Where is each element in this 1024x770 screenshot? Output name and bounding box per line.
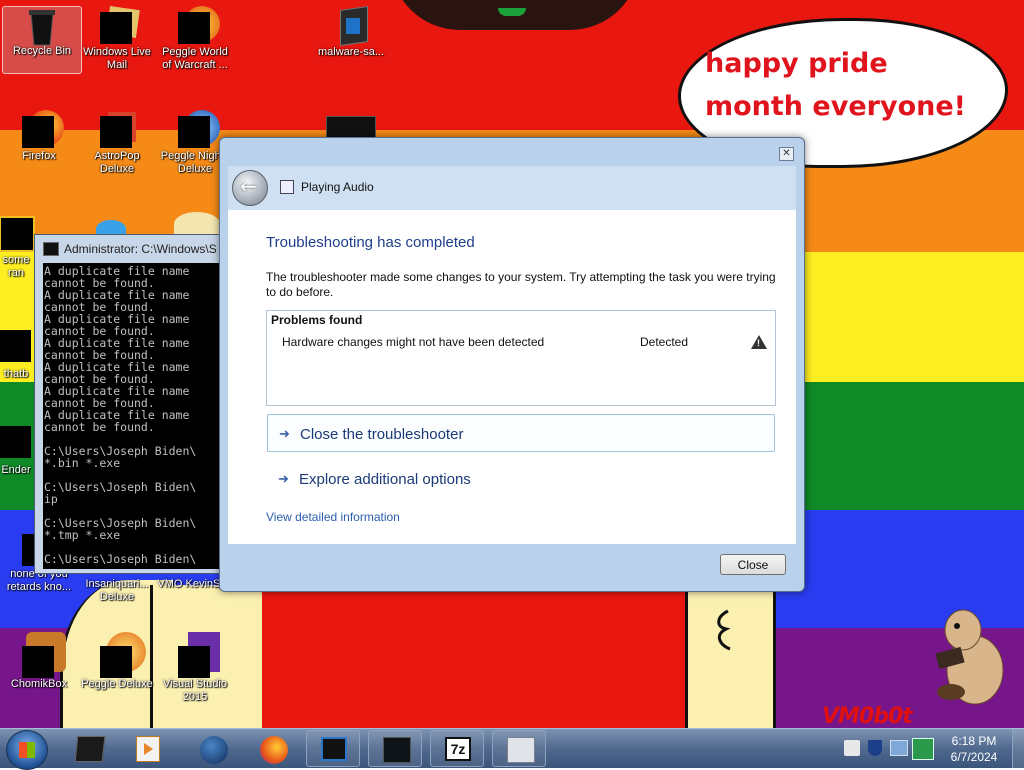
taskbar-item-media-player[interactable] [120,730,174,767]
file-icon [0,330,33,364]
desktop-icon-ender[interactable]: Ender [0,426,36,477]
desktop-icon-some-ran[interactable]: some ran [0,216,36,280]
peggle-nights-icon [178,110,220,148]
hamster-sticker [935,609,1004,705]
desktop-icon-label: Peggle Deluxe [81,678,153,690]
dialog-content: Troubleshooting has completed The troubl… [228,210,796,544]
dialog-header: Playing Audio [228,166,796,211]
clock-time: 6:18 PM [951,734,997,748]
desktop-icon-label: thatb [3,368,29,380]
desktop-icon-label: Insaniquari... Deluxe [85,578,149,603]
desktop-icon-label: Ender [1,464,31,476]
view-detailed-information-link[interactable]: View detailed information [266,510,400,524]
console-window[interactable]: Administrator: C:\Windows\S A duplicate … [34,234,234,574]
problems-found-panel: Problems found Hardware changes might no… [266,310,776,406]
media-player-icon [136,736,160,762]
file-icon [334,6,368,46]
wallpaper-drawing-green-mark [498,8,526,16]
console-title-bar[interactable]: Administrator: C:\Windows\S [35,235,233,263]
notification-icon[interactable] [844,740,860,756]
back-arrow-icon[interactable] [232,170,268,206]
app-tray-icon[interactable] [912,738,934,760]
console-title: Administrator: C:\Windows\S [64,242,217,256]
troubleshooter-icon [280,180,294,194]
desktop-icon-label: Windows Live Mail [83,46,151,71]
file-icon [0,426,33,460]
speech-bubble-text: happy pride month everyone! [705,48,966,122]
desktop-icon-peggle-world-of-warcraft[interactable]: Peggle World of Warcraft ... [156,6,234,72]
dialog-header-title: Playing Audio [301,180,374,194]
command-link-label: Explore additional options [299,471,471,488]
arrow-right-icon: ➜ [278,471,289,486]
problem-row[interactable]: Hardware changes might not have been det… [267,333,775,353]
file-icon [0,216,35,252]
taskbar-item-app[interactable] [368,730,422,767]
firefox-icon [22,110,64,148]
problems-found-header: Problems found [271,313,363,327]
desktop-icon-windows-live-mail[interactable]: Windows Live Mail [78,6,156,72]
disk-icon [507,737,535,763]
dialog-heading: Troubleshooting has completed [266,234,475,251]
desktop-icon-malware-sample[interactable]: malware-sa... [312,6,390,59]
taskbar-item-console[interactable] [306,730,360,767]
astropop-icon [100,112,136,148]
problem-status: Detected [640,335,689,349]
taskbar-item-disk-utility[interactable] [492,730,546,767]
desktop-icon-label: some ran [2,254,30,279]
explore-options-link[interactable]: ➜ Explore additional options [267,460,775,498]
desktop-icon-firefox[interactable]: Firefox [0,110,78,163]
desktop-icon-peggle-deluxe[interactable]: Peggle Deluxe [78,632,156,691]
desktop-icon-recycle-bin[interactable]: Recycle Bin [2,6,82,74]
visual-studio-icon [178,632,220,678]
desktop-icon-astropop-deluxe[interactable]: AstroPop Deluxe [78,112,156,176]
clock-date: 6/7/2024 [950,750,998,764]
wallpaper-watermark: VM0b0t [822,704,913,728]
desktop-icon-label: Firefox [22,150,56,162]
troubleshooter-dialog[interactable]: ✕ Playing Audio Troubleshooting has comp… [219,137,805,592]
desktop-icon-visual-studio-2015[interactable]: Visual Studio 2015 [156,632,234,704]
recycle-bin-icon [25,7,59,46]
console-icon [321,737,347,761]
wallpaper-drawing-squiggle [717,609,731,651]
show-desktop-button[interactable] [1012,729,1024,768]
dialog-description: The troubleshooter made some changes to … [266,270,776,299]
console-icon [43,242,59,256]
media-center-icon [74,736,106,762]
chomikbox-icon [22,632,66,678]
seven-zip-icon: 7z [445,737,471,761]
window-close-button[interactable]: ✕ [779,147,794,161]
desktop-icon-label: AstroPop Deluxe [94,150,140,175]
desktop-icon-label: Peggle World of Warcraft ... [162,46,228,71]
console-output[interactable]: A duplicate file name cannot be found. A… [43,263,233,569]
desktop-icon-label: ChomikBox [10,678,68,690]
taskbar-clock[interactable]: 6:18 PM 6/7/2024 [940,733,1008,765]
wallpaper-drawing-shape [685,585,776,728]
desktop-icon-thatb[interactable]: thatb [0,330,36,381]
close-troubleshooter-link[interactable]: ➜ Close the troubleshooter [267,414,775,452]
start-button[interactable] [6,730,48,770]
warning-icon [751,335,767,349]
wallpaper-drawing-shape [262,585,687,728]
globe-icon [200,736,228,764]
desktop-icon-partial[interactable] [174,212,220,236]
desktop-icon-chomikbox[interactable]: ChomikBox [0,632,78,691]
taskbar-item-globe[interactable] [186,730,240,767]
problem-name: Hardware changes might not have been det… [282,335,545,349]
peggle-icon [178,6,220,44]
network-icon[interactable] [890,740,908,756]
taskbar-item-media-center[interactable] [62,730,116,767]
peggle-icon [100,632,146,678]
taskbar: 7z 6:18 PM 6/7/2024 [0,728,1024,770]
arrow-right-icon: ➜ [279,426,290,441]
desktop-icon-label: malware-sa... [317,46,385,58]
taskbar-item-firefox[interactable] [246,730,300,767]
command-link-label: Close the troubleshooter [300,426,464,443]
close-button[interactable]: Close [720,554,786,575]
taskbar-item-7zip[interactable]: 7z [430,730,484,767]
app-icon [383,737,411,763]
shield-icon[interactable] [868,740,882,756]
firefox-icon [260,736,288,764]
desktop-icon-label: Visual Studio 2015 [162,678,227,703]
mail-icon [100,6,140,44]
